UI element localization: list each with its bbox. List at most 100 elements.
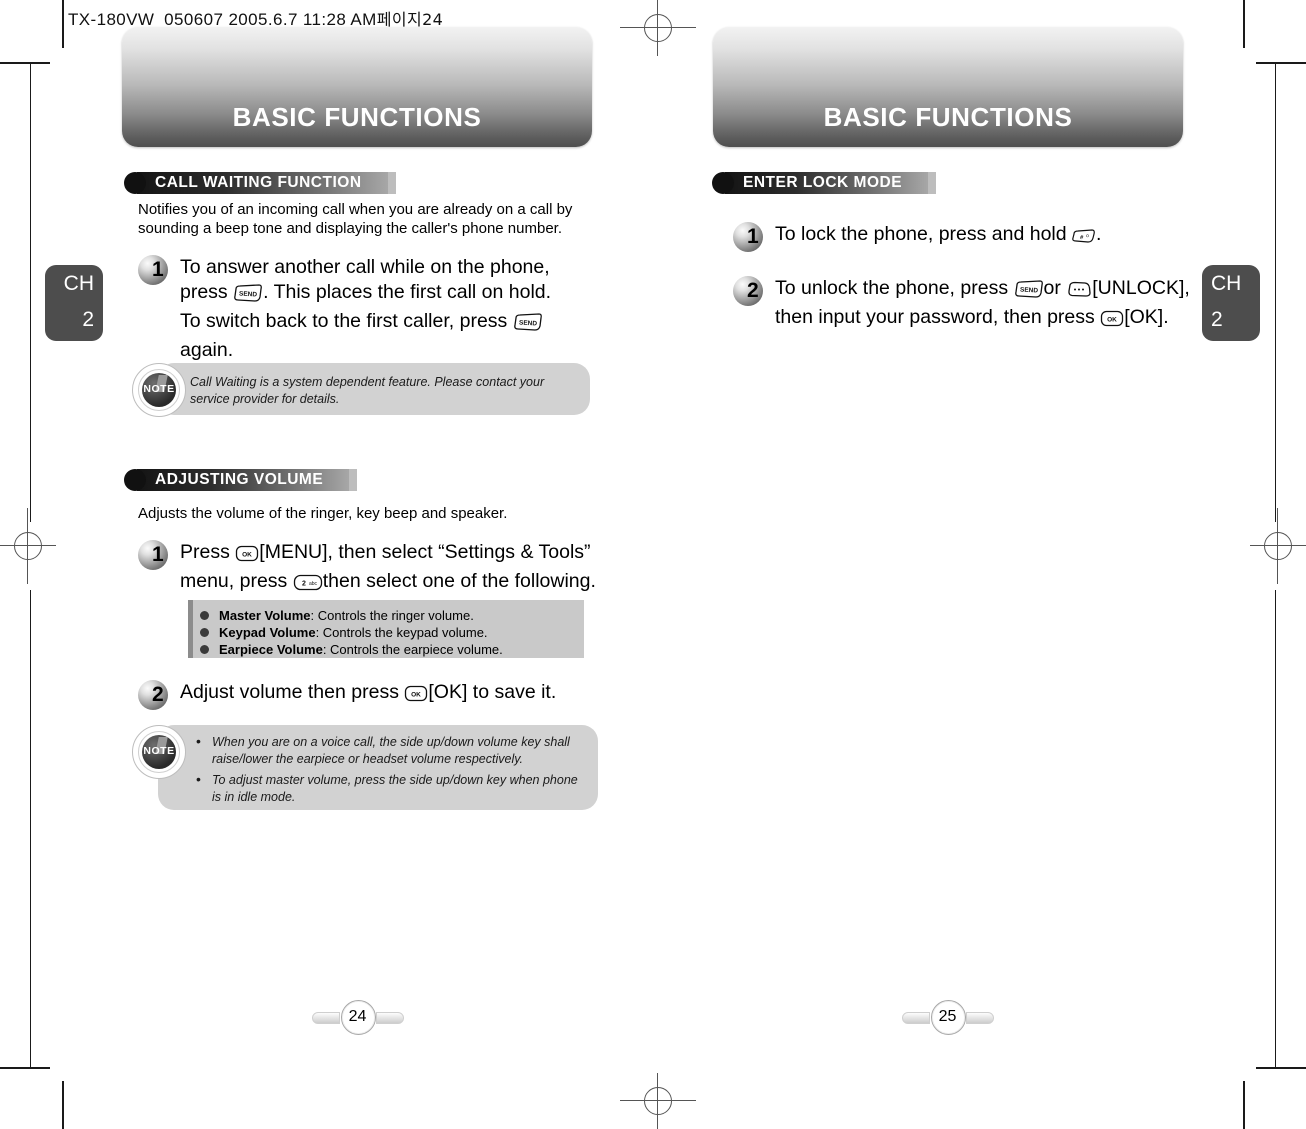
send-key-icon: SEND [1014,280,1044,305]
section-heading-enter-lock-mode-label: ENTER LOCK MODE [743,174,903,191]
left-banner-title: BASIC FUNCTIONS [232,102,482,132]
step-number-badge: 1 [138,540,180,572]
section-heading-call-waiting: CALL WAITING FUNCTION [124,172,396,194]
list-bullet-icon [200,645,209,654]
call-waiting-note: NOTE Call Waiting is a system dependent … [132,363,592,419]
el-s2-l1c: [UNLOCK], [1092,277,1190,299]
call-waiting-step-1-text: To answer another call while on the phon… [180,255,551,363]
adjusting-volume-intro: Adjusts the volume of the ringer, key be… [138,505,508,522]
section-heading-tail [928,172,937,194]
note-badge-icon: NOTE [132,725,186,779]
left-page-banner: BASIC FUNCTIONS [122,27,592,147]
volume-options-panel: Master Volume : Controls the ringer volu… [188,600,584,658]
step-number-badge: 2 [733,276,775,308]
volume-option-term: Keypad Volume [219,625,316,640]
cw-s1-l3a: To switch back to the first caller, pres… [180,310,508,332]
section-heading-adjusting-volume: ADJUSTING VOLUME [124,469,358,491]
send-key-icon: SEND [513,313,543,338]
cw-s1-l2a: press [180,281,228,303]
section-heading-bar: ENTER LOCK MODE [725,172,929,194]
section-bullet-dot-icon [712,172,734,194]
ok-key-icon: OK [404,684,428,709]
soft-key-icon [1066,280,1092,305]
section-heading-enter-lock-mode: ENTER LOCK MODE [712,172,937,194]
list-bullet-icon [200,628,209,637]
step-number: 1 [747,225,759,248]
el-s2-l1a: To unlock the phone, press [775,277,1009,299]
enter-lock-step-1-text: To lock the phone, press and hold # o . [775,222,1101,251]
call-waiting-intro: Notifies you of an incoming call when yo… [138,201,573,237]
enter-lock-step-1: 1 To lock the phone, press and hold # o . [733,222,1213,254]
note-list-item: When you are on a voice call, the side u… [194,733,584,767]
note-badge-label: NOTE [143,383,175,395]
list-item: Keypad Volume : Controls the keypad volu… [200,624,503,641]
enter-lock-step-2-text: To unlock the phone, press SEND or [UNLO… [775,276,1190,334]
av-s2-l1a: Adjust volume then press [180,681,399,703]
step-number-badge: 1 [138,255,180,287]
step-number-badge: 1 [733,222,775,254]
volume-option-desc: : Controls the earpiece volume. [322,642,503,657]
el-s2-l1b: or [1043,277,1061,299]
enter-lock-step-2: 2 To unlock the phone, press SEND or [UN… [733,276,1233,334]
svg-text:OK: OK [1107,317,1117,324]
list-item: Master Volume : Controls the ringer volu… [200,607,503,624]
svg-text:OK: OK [242,552,252,559]
step-number: 2 [747,279,759,302]
page-badge-wing-left [312,1012,340,1024]
right-page: BASIC FUNCTIONS CH 2 ENTER LOCK MODE 1 T… [653,0,1306,1129]
volume-option-term: Earpiece Volume [219,642,323,657]
cw-s1-l4: again. [180,339,234,361]
page-badge-wing-right [966,1012,994,1024]
el-s1-l1a: To lock the phone, press and hold [775,223,1067,245]
step-number: 2 [152,683,164,706]
cw-s1-l1: To answer another call while on the phon… [180,256,550,278]
num2-key-icon: 2 abc [293,573,323,598]
svg-text:SEND: SEND [1019,287,1038,295]
volume-options-rows: Master Volume : Controls the ringer volu… [200,607,503,658]
page-number-badge-right: 25 [900,1000,996,1035]
av-s2-l1b: [OK] to save it. [428,681,557,703]
section-heading-bar: ADJUSTING VOLUME [137,469,350,491]
section-heading-tail [349,469,358,491]
adjusting-volume-step-1-text: Press OK [MENU], then select “Settings &… [180,540,596,598]
av-s1-l2a: menu, press [180,570,288,592]
call-waiting-note-text: Call Waiting is a system dependent featu… [190,375,545,406]
right-page-banner: BASIC FUNCTIONS [713,27,1183,147]
volume-option-term: Master Volume [219,608,311,623]
ok-key-icon: OK [235,544,259,569]
svg-text:2: 2 [302,581,306,588]
call-waiting-step-1: 1 To answer another call while on the ph… [138,255,588,363]
cw-s1-l2b: . This places the first call on hold. [263,281,552,303]
el-s1-l1b: . [1096,223,1102,245]
av-s1-l1a: Press [180,541,230,563]
svg-text:SEND: SEND [239,291,258,299]
adjusting-volume-step-2: 2 Adjust volume then press OK [OK] to sa… [138,680,608,712]
note-badge-label: NOTE [143,745,175,757]
page-number-left: 24 [348,1008,367,1025]
note-badge-icon: NOTE [132,363,186,417]
list-bullet-icon [200,611,209,620]
step-number: 1 [152,543,164,566]
av-s1-l1b: [MENU], then select “Settings & Tools” [259,541,591,563]
chapter-tab-left-ch: CH [54,273,94,295]
svg-text:SEND: SEND [518,320,537,328]
el-s2-l2a: then input your password, then press [775,306,1095,328]
list-item: Earpiece Volume : Controls the earpiece … [200,641,503,658]
volume-option-desc: : Controls the keypad volume. [315,625,488,640]
chapter-tab-left: CH 2 [45,265,103,341]
svg-text:abc: abc [309,581,318,587]
adjusting-volume-note-text: When you are on a voice call, the side u… [194,733,584,805]
page-number-right: 25 [938,1008,957,1025]
section-bullet-dot-icon [124,469,146,491]
chapter-tab-left-number: 2 [82,308,94,331]
chapter-tab-left-ch-text: CH [63,272,94,295]
page-badge-wing-right [376,1012,404,1024]
el-s2-l2b: [OK]. [1124,306,1169,328]
send-key-icon: SEND [233,284,263,309]
step-number-badge: 2 [138,680,180,712]
section-heading-call-waiting-label: CALL WAITING FUNCTION [155,174,362,191]
section-heading-bar: CALL WAITING FUNCTION [137,172,388,194]
section-bullet-dot-icon [124,172,146,194]
adjusting-volume-note: NOTE When you are on a voice call, the s… [132,725,602,815]
svg-text:OK: OK [412,692,422,699]
